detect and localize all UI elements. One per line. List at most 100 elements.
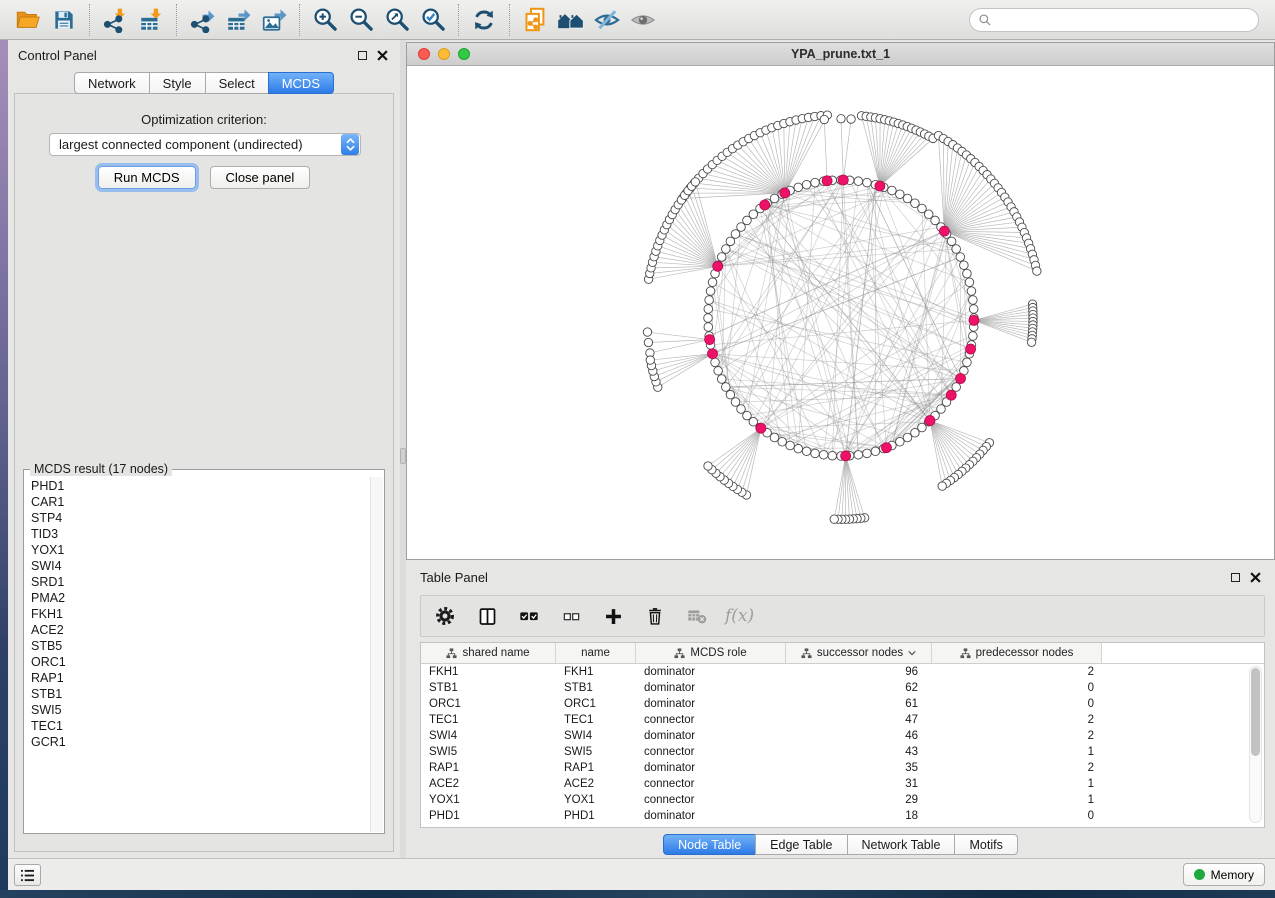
graph-dominator-node[interactable] [881,443,891,453]
table-cell[interactable]: 2 [932,666,1102,678]
import-table-button[interactable] [133,3,169,37]
network-canvas[interactable] [407,66,1274,559]
minimize-window-icon[interactable] [438,48,450,60]
table-row[interactable]: SWI4SWI4dominator462 [421,728,1264,744]
graph-node[interactable] [811,178,820,187]
mcds-result-item[interactable]: SWI4 [25,558,370,574]
table-cell[interactable]: connector [636,746,786,758]
table-cell[interactable]: RAP1 [556,762,636,774]
graph-node[interactable] [704,323,713,332]
mcds-result-item[interactable]: RAP1 [25,670,370,686]
table-row[interactable]: SWI5SWI5connector431 [421,744,1264,760]
graph-dominator-node[interactable] [708,349,718,359]
table-cell[interactable]: 35 [786,762,932,774]
graph-node[interactable] [960,261,969,270]
export-image-button[interactable] [256,3,292,37]
table-cell[interactable]: 31 [786,778,932,790]
graph-node[interactable] [963,269,972,278]
table-scrollbar[interactable] [1249,666,1262,823]
graph-node[interactable] [837,115,845,123]
graph-node[interactable] [854,451,863,460]
graph-node[interactable] [643,328,651,336]
tab-network-table[interactable]: Network Table [847,834,956,855]
graph-node[interactable] [947,237,956,246]
table-cell[interactable]: 0 [932,682,1102,694]
memory-button[interactable]: Memory [1183,863,1265,886]
save-session-button[interactable] [46,3,82,37]
zoom-out-button[interactable] [343,3,379,37]
mcds-result-item[interactable]: YOX1 [25,542,370,558]
create-column-button[interactable] [599,601,627,631]
maximize-window-icon[interactable] [458,48,470,60]
table-row[interactable]: YOX1YOX1connector291 [421,792,1264,808]
tab-network[interactable]: Network [74,72,150,94]
graph-node[interactable] [965,278,974,287]
unselect-all-button[interactable] [557,601,585,631]
zoom-selected-button[interactable] [415,3,451,37]
table-cell[interactable]: SWI5 [556,746,636,758]
table-row[interactable]: PHD1PHD1dominator180 [421,808,1264,824]
graph-node[interactable] [888,186,897,195]
table-cell[interactable]: 2 [932,730,1102,742]
float-table-panel-icon[interactable] [1231,573,1240,582]
mcds-result-item[interactable]: ACE2 [25,622,370,638]
graph-node[interactable] [903,433,912,442]
table-cell[interactable]: 1 [932,746,1102,758]
table-cell[interactable]: 18 [786,810,932,822]
graph-dominator-node[interactable] [969,315,979,325]
refresh-layout-button[interactable] [466,3,502,37]
mcds-result-item[interactable]: SRD1 [25,574,370,590]
graph-node[interactable] [820,115,828,123]
graph-node[interactable] [1033,267,1041,275]
graph-node[interactable] [726,237,735,246]
table-cell[interactable]: ORC1 [556,698,636,710]
table-row[interactable]: ORC1ORC1dominator610 [421,696,1264,712]
graph-node[interactable] [646,356,654,364]
table-cell[interactable]: connector [636,794,786,806]
graph-node[interactable] [717,375,726,384]
table-cell[interactable]: YOX1 [556,794,636,806]
tab-select[interactable]: Select [205,72,269,94]
network-titlebar[interactable]: YPA_prune.txt_1 [407,43,1274,66]
graph-dominator-node[interactable] [956,373,966,383]
graph-node[interactable] [830,515,838,523]
mcds-result-item[interactable]: SWI5 [25,702,370,718]
table-cell[interactable]: ACE2 [421,778,556,790]
graph-node[interactable] [711,358,720,367]
graph-node[interactable] [704,462,712,470]
table-cell[interactable]: 47 [786,714,932,726]
table-options-button[interactable] [431,601,459,631]
graph-dominator-node[interactable] [760,200,770,210]
table-cell[interactable]: 43 [786,746,932,758]
table-cell[interactable]: ORC1 [421,698,556,710]
run-mcds-button[interactable]: Run MCDS [98,166,196,189]
table-cell[interactable]: SWI5 [421,746,556,758]
zoom-in-button[interactable] [307,3,343,37]
close-window-icon[interactable] [418,48,430,60]
table-row[interactable]: STB1STB1dominator620 [421,680,1264,696]
tab-motifs[interactable]: Motifs [954,834,1017,855]
mcds-result-item[interactable]: CAR1 [25,494,370,510]
graph-node[interactable] [863,178,872,187]
graph-node[interactable] [1027,338,1035,346]
table-scrollbar-thumb[interactable] [1251,668,1260,756]
column-header-MCDS-role[interactable]: MCDS role [636,643,786,663]
graph-node[interactable] [956,253,965,262]
hide-selected-button[interactable] [589,3,625,37]
mcds-result-item[interactable]: STP4 [25,510,370,526]
show-all-button[interactable] [625,3,661,37]
graph-node[interactable] [706,287,715,296]
criterion-select[interactable]: largest connected component (undirected) [49,133,361,156]
tab-edge-table[interactable]: Edge Table [755,834,847,855]
table-cell[interactable]: ACE2 [556,778,636,790]
mcds-result-item[interactable]: PHD1 [25,478,370,494]
clone-network-button[interactable] [517,3,553,37]
column-header-successor-nodes[interactable]: successor nodes [786,643,932,663]
graph-node[interactable] [802,447,811,456]
graph-node[interactable] [691,178,699,186]
float-panel-icon[interactable] [358,51,367,60]
mcds-result-item[interactable]: GCR1 [25,734,370,750]
table-cell[interactable]: 62 [786,682,932,694]
table-cell[interactable]: STB1 [421,682,556,694]
graph-node[interactable] [828,451,837,460]
